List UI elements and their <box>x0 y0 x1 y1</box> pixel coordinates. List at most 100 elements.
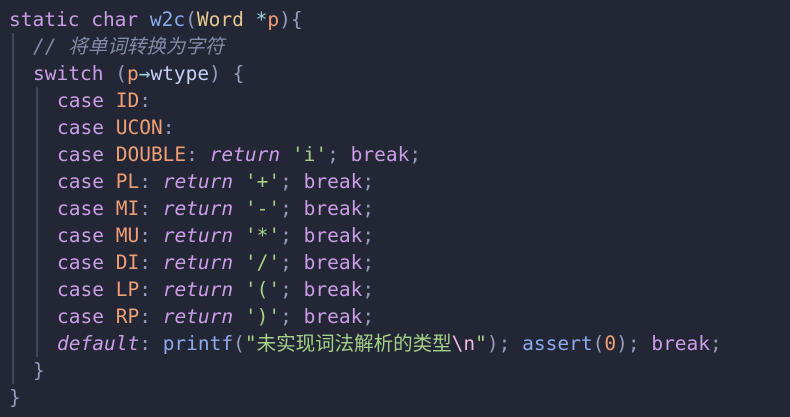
code-line-9: case MU: return '*'; break; <box>0 222 790 249</box>
indent-guide <box>36 87 38 114</box>
code-line-8: case MI: return '-'; break; <box>0 195 790 222</box>
indent-guide <box>36 222 38 249</box>
code-line-3: switch (p→wtype) { <box>0 60 790 87</box>
keyword-return: return <box>162 278 234 301</box>
function-printf: printf <box>162 332 234 355</box>
semicolon: ; <box>280 251 292 274</box>
comment: // 将单词转换为字符 <box>33 35 225 58</box>
keyword-break: break <box>303 170 363 193</box>
indent-guide <box>12 60 14 87</box>
indent-guide <box>12 330 14 357</box>
keyword-case: case <box>57 278 104 301</box>
code-line-1: static char w2c(Word *p){ <box>0 6 790 33</box>
keyword-case: case <box>57 116 104 139</box>
indent-guide <box>12 141 14 168</box>
paren-open: ( <box>185 8 197 31</box>
indent-guide <box>12 249 14 276</box>
case-label: DI <box>115 251 140 274</box>
variable-p: p <box>126 62 139 85</box>
code-line-2: // 将单词转换为字符 <box>0 33 790 60</box>
code-line-6: case DOUBLE: return 'i'; break; <box>0 141 790 168</box>
keyword-case: case <box>57 305 104 328</box>
keyword-case: case <box>57 170 104 193</box>
indent-guide <box>12 87 14 114</box>
keyword-case: case <box>57 197 104 220</box>
indent-guide <box>36 195 38 222</box>
semicolon: ; <box>362 170 375 193</box>
paren-open: ( <box>115 62 127 85</box>
indent-guide <box>36 168 38 195</box>
char-literal: '(' <box>244 278 281 301</box>
keyword-break: break <box>303 197 363 220</box>
semicolon: ; <box>280 278 292 301</box>
paren-open: ( <box>233 332 245 355</box>
semicolon: ; <box>280 197 292 220</box>
code-line-11: case LP: return '('; break; <box>0 276 790 303</box>
char-literal: '*' <box>244 224 281 247</box>
indent-guide <box>12 33 14 60</box>
indent-guide <box>12 303 14 330</box>
brace-open: { <box>232 62 245 85</box>
semicolon: ; <box>327 143 339 166</box>
case-label: MU <box>115 224 140 247</box>
indent-guide <box>36 249 38 276</box>
indent-guide <box>12 276 14 303</box>
semicolon: ; <box>362 197 375 220</box>
case-label: UCON <box>115 116 163 139</box>
keyword-case: case <box>57 224 104 247</box>
code-line-5: case UCON: <box>0 114 790 141</box>
brace-open: { <box>290 8 303 31</box>
indent-guide <box>36 114 38 141</box>
colon: : <box>139 197 151 220</box>
code-line-13: default: printf("未实现词法解析的类型\n"); assert(… <box>0 330 790 357</box>
string-quote: " <box>475 332 487 355</box>
keyword-default: default <box>57 332 140 355</box>
semicolon: ; <box>280 170 292 193</box>
semicolon: ; <box>710 332 722 355</box>
char-literal: 'i' <box>291 143 328 166</box>
colon: : <box>139 305 151 328</box>
code-line-12: case RP: return ')'; break; <box>0 303 790 330</box>
indent-guide <box>36 276 38 303</box>
keyword-static: static <box>9 8 80 31</box>
field-wtype: wtype <box>150 62 210 85</box>
function-name: w2c <box>149 8 186 31</box>
case-label: RP <box>115 305 140 328</box>
number-literal: 0 <box>604 332 617 355</box>
code-line-4: case ID: <box>0 87 790 114</box>
keyword-case: case <box>57 89 104 112</box>
semicolon: ; <box>627 332 640 355</box>
char-literal: '+' <box>244 170 281 193</box>
keyword-return: return <box>162 305 234 328</box>
char-literal: ')' <box>244 305 281 328</box>
code-line-15: } <box>0 384 790 411</box>
function-assert: assert <box>522 332 593 355</box>
paren-open: ( <box>592 332 605 355</box>
escape-sequence: \n <box>451 332 476 355</box>
semicolon: ; <box>498 332 511 355</box>
keyword-break: break <box>303 305 363 328</box>
arrow-operator: → <box>138 62 151 85</box>
paren-close: ) <box>616 332 628 355</box>
keyword-case: case <box>57 251 104 274</box>
case-label: DOUBLE <box>115 143 187 166</box>
indent-guide <box>12 114 14 141</box>
string-literal: "未实现词法解析的类型 <box>244 332 452 355</box>
keyword-return: return <box>162 197 234 220</box>
colon: : <box>139 278 151 301</box>
semicolon: ; <box>362 224 375 247</box>
colon: : <box>139 332 151 355</box>
case-label: LP <box>115 278 140 301</box>
keyword-return: return <box>162 224 234 247</box>
colon: : <box>186 143 198 166</box>
semicolon: ; <box>280 305 292 328</box>
brace-close: } <box>9 386 21 409</box>
keyword-break: break <box>651 332 711 355</box>
code-editor[interactable]: static char w2c(Word *p){ // 将单词转换为字符 sw… <box>0 0 790 417</box>
keyword-return: return <box>162 170 234 193</box>
indent-guide <box>36 330 38 357</box>
keyword-break: break <box>350 143 410 166</box>
keyword-switch: switch <box>33 62 104 85</box>
case-label: MI <box>115 197 140 220</box>
paren-close: ) <box>209 62 221 85</box>
